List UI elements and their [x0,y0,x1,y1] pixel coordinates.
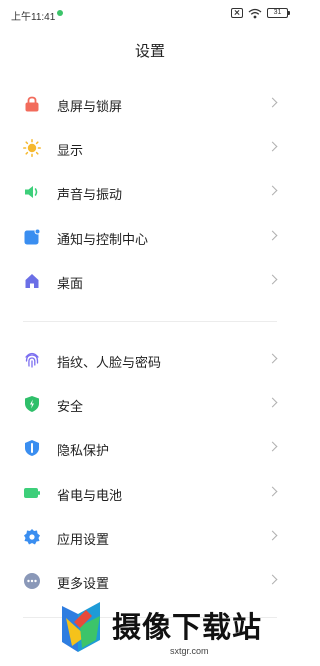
fingerprint-icon [23,351,41,369]
chevron-right-icon [267,397,278,408]
watermark: 摄像下载站 sxtgr.com [48,594,300,666]
chevron-right-icon [267,141,278,152]
page-title: 设置 [134,42,165,60]
chevron-right-icon [267,574,278,585]
sun-icon [23,139,41,157]
home-icon [23,272,41,290]
chevron-right-icon [267,230,278,241]
notification-dot-icon [57,10,63,16]
settings-item-fingerprint[interactable]: 指纹、人脸与密码 [0,338,300,382]
settings-item-lock-screen[interactable]: 息屏与锁屏 [0,82,300,126]
chevron-right-icon [267,97,278,108]
settings-item-display[interactable]: 显示 [0,126,300,170]
watermark-url: sxtgr.com [170,646,209,656]
no-sim-icon [231,8,243,18]
settings-item-desktop[interactable]: 桌面 [0,259,300,303]
shield-icon [23,395,41,413]
watermark-logo-icon [56,596,106,654]
settings-item-label: 声音与振动 [57,188,123,203]
settings-item-label: 息屏与锁屏 [57,100,123,115]
settings-item-battery[interactable]: 省电与电池 [0,471,300,515]
status-bar: 上午11:41 31 [0,0,300,28]
status-time: 上午11:41 [11,12,56,23]
settings-item-label: 应用设置 [57,533,110,548]
chevron-right-icon [267,530,278,541]
chevron-right-icon [267,274,278,285]
settings-item-app-settings[interactable]: 应用设置 [0,515,300,559]
settings-item-security[interactable]: 安全 [0,382,300,426]
settings-item-label: 通知与控制中心 [57,233,149,248]
status-icons: 31 [231,7,290,19]
settings-item-label: 指纹、人脸与密码 [57,356,162,371]
settings-item-label: 安全 [57,400,84,415]
watermark-text: 摄像下载站 [112,610,263,644]
battery-indicator-icon: 31 [267,8,290,18]
speaker-icon [23,183,41,201]
wifi-icon [248,8,262,19]
notification-icon [23,228,41,246]
chevron-right-icon [267,441,278,452]
chevron-right-icon [267,185,278,196]
more-icon [23,572,41,590]
settings-item-label: 显示 [57,144,84,159]
lock-icon [23,95,41,113]
battery-icon [23,484,41,502]
chevron-right-icon [267,353,278,364]
settings-item-privacy[interactable]: 隐私保护 [0,426,300,470]
settings-item-label: 省电与电池 [57,489,123,504]
privacy-icon [23,439,41,457]
settings-item-label: 隐私保护 [57,444,110,459]
chevron-right-icon [267,486,278,497]
settings-item-label: 桌面 [57,277,84,292]
gear-icon [23,528,41,546]
section-divider [23,321,277,322]
settings-item-label: 更多设置 [57,577,110,592]
settings-item-sound[interactable]: 声音与振动 [0,170,300,214]
settings-item-notifications[interactable]: 通知与控制中心 [0,215,300,259]
